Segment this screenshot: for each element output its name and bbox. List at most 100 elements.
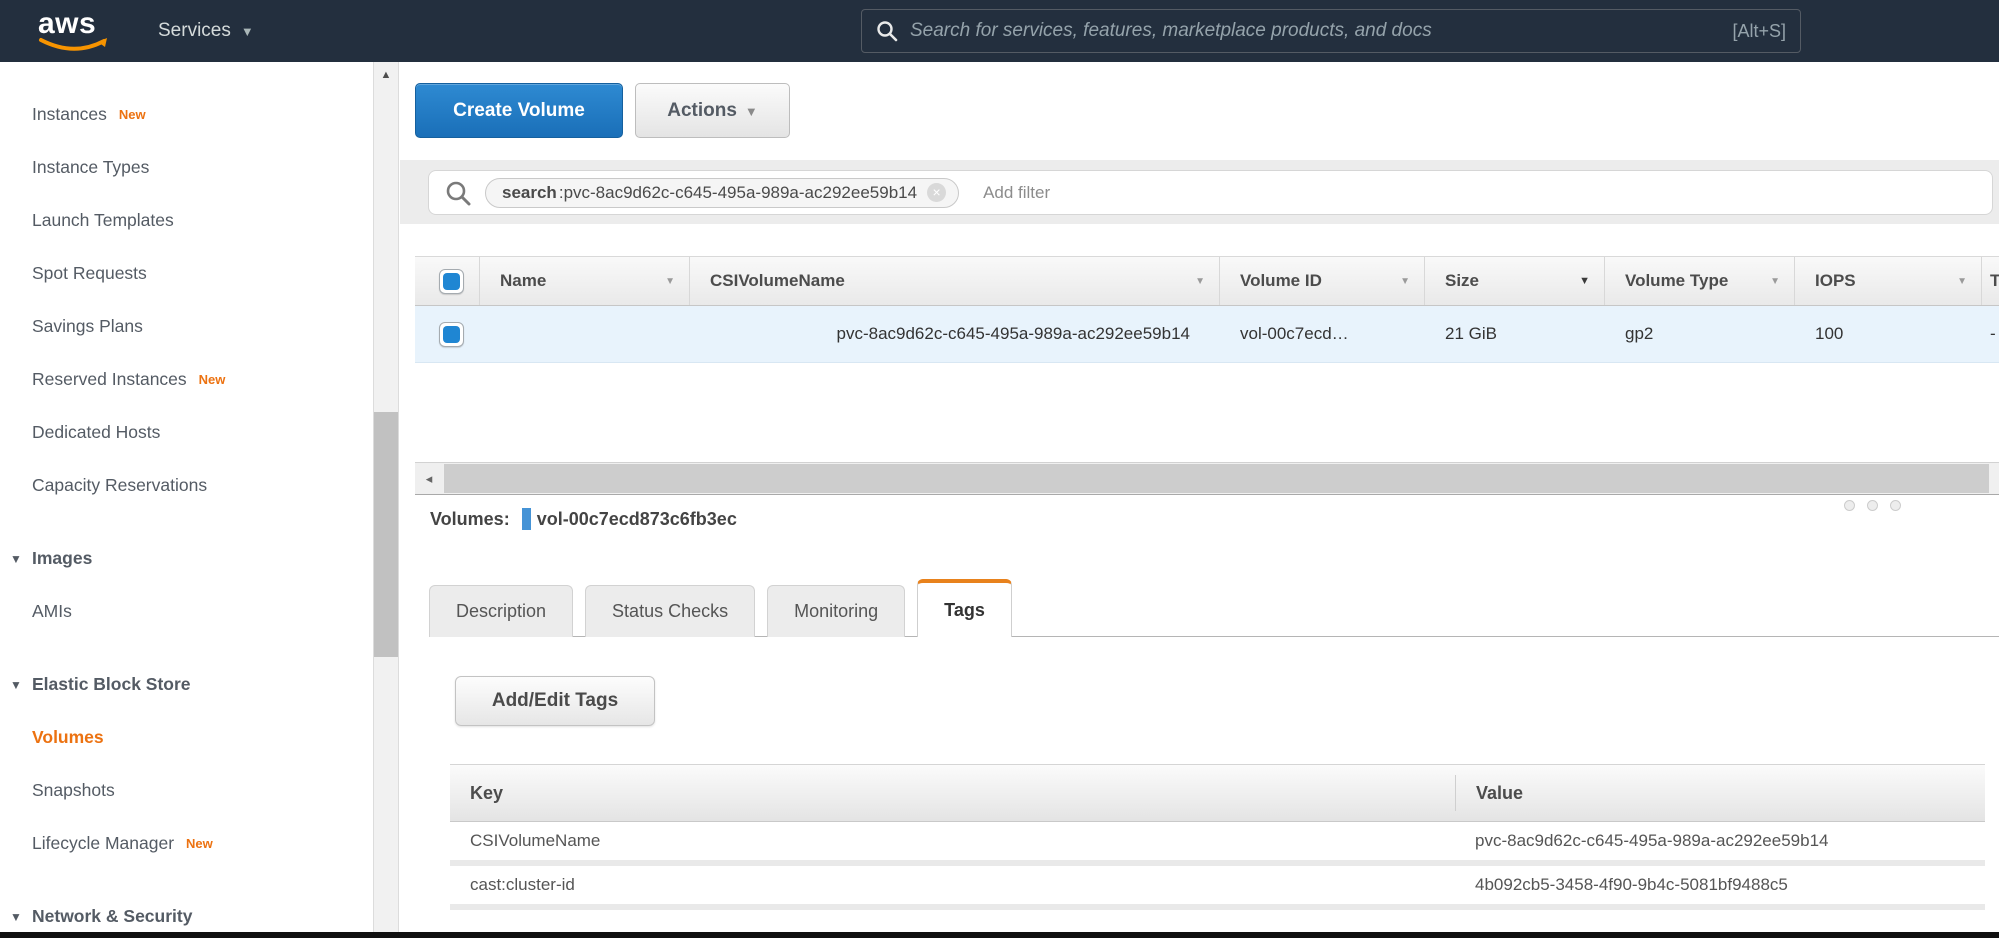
- tag-key: CSIVolumeName: [450, 831, 1455, 851]
- sidebar-item-spot-requests[interactable]: Spot Requests: [0, 247, 373, 300]
- sidebar-item-capacity-reservations[interactable]: Capacity Reservations: [0, 459, 373, 512]
- aws-logo-text: aws: [38, 10, 112, 38]
- sidebar-item-instances[interactable]: InstancesNew: [0, 88, 373, 141]
- add-filter-button[interactable]: Add filter: [983, 183, 1050, 203]
- caret-down-icon: ▼: [241, 24, 254, 39]
- sidebar-scrollbar-thumb[interactable]: [374, 412, 398, 657]
- scroll-up-icon[interactable]: ▲: [374, 62, 398, 88]
- screenshot-bottom-edge: [0, 932, 1999, 938]
- aws-logo[interactable]: aws: [38, 10, 112, 52]
- column-header-size[interactable]: Size▼: [1425, 257, 1605, 305]
- cell-size: 21 GiB: [1425, 306, 1605, 362]
- select-all-checkbox-cell: [415, 257, 480, 305]
- sidebar-item-reserved-instances[interactable]: Reserved InstancesNew: [0, 353, 373, 406]
- topbar: aws Services ▼ [Alt+S]: [0, 0, 1999, 62]
- horizontal-scrollbar[interactable]: ◂: [415, 462, 1999, 495]
- search-icon: [445, 180, 471, 206]
- new-badge: New: [186, 836, 213, 851]
- sidebar-item-dedicated-hosts[interactable]: Dedicated Hosts: [0, 406, 373, 459]
- search-icon: [876, 20, 898, 42]
- column-header-iops[interactable]: IOPS▼: [1795, 257, 1982, 305]
- volumes-table-header: Name▼ CSIVolumeName▼ Volume ID▼ Size▼ Vo…: [415, 256, 1999, 306]
- filter-band: search : pvc-8ac9d62c-c645-495a-989a-ac2…: [400, 160, 1999, 224]
- tag-value: 4b092cb5-3458-4f90-9b4c-5081bf9488c5: [1455, 875, 1985, 895]
- volumes-table: Name▼ CSIVolumeName▼ Volume ID▼ Size▼ Vo…: [415, 256, 1999, 363]
- create-volume-button[interactable]: Create Volume: [415, 83, 623, 138]
- filter-bar[interactable]: search : pvc-8ac9d62c-c645-495a-989a-ac2…: [428, 170, 1993, 215]
- sidebar-item-lifecycle-manager[interactable]: Lifecycle ManagerNew: [0, 817, 373, 870]
- new-badge: New: [199, 372, 226, 387]
- sidebar-item-volumes[interactable]: Volumes: [0, 711, 373, 764]
- tab-description[interactable]: Description: [429, 585, 573, 637]
- row-checkbox[interactable]: [439, 322, 464, 347]
- services-label: Services: [158, 20, 231, 42]
- detail-heading-label: Volumes:: [430, 509, 510, 530]
- caret-down-icon: ▼: [10, 533, 22, 586]
- tags-table: Key Value CSIVolumeName pvc-8ac9d62c-c64…: [450, 764, 1985, 910]
- global-search-box[interactable]: [Alt+S]: [861, 9, 1801, 53]
- volume-row[interactable]: pvc-8ac9d62c-c645-495a-989a-ac292ee59b14…: [415, 306, 1999, 363]
- sort-caret-icon: ▼: [1195, 276, 1205, 287]
- cell-name: [480, 306, 690, 362]
- cell-iops: 100: [1795, 306, 1982, 362]
- cell-volume-id: vol-00c7ecd…: [1220, 306, 1425, 362]
- sidebar-item-instance-types[interactable]: Instance Types: [0, 141, 373, 194]
- scroll-left-icon[interactable]: ◂: [415, 463, 443, 494]
- column-header-truncated[interactable]: T: [1982, 257, 1999, 305]
- tab-status-checks[interactable]: Status Checks: [585, 585, 755, 637]
- filter-chip[interactable]: search : pvc-8ac9d62c-c645-495a-989a-ac2…: [485, 178, 959, 208]
- new-badge: New: [119, 107, 146, 122]
- caret-down-icon: ▼: [10, 891, 22, 938]
- tags-column-value: Value: [1455, 775, 1985, 811]
- add-edit-tags-button[interactable]: Add/Edit Tags: [455, 676, 655, 726]
- column-header-csivolumename[interactable]: CSIVolumeName▼: [690, 257, 1220, 305]
- cell-csivolumename: pvc-8ac9d62c-c645-495a-989a-ac292ee59b14: [690, 306, 1220, 362]
- selected-volume-id: vol-00c7ecd873c6fb3ec: [537, 509, 737, 530]
- cell-volume-type: gp2: [1605, 306, 1795, 362]
- sidebar-item-savings-plans[interactable]: Savings Plans: [0, 300, 373, 353]
- caret-down-icon: ▼: [745, 104, 758, 119]
- column-header-volume-type[interactable]: Volume Type▼: [1605, 257, 1795, 305]
- selection-indicator-bar: [522, 508, 531, 530]
- select-all-checkbox[interactable]: [439, 269, 464, 294]
- sidebar: InstancesNew Instance Types Launch Templ…: [0, 62, 373, 938]
- sort-caret-icon: ▼: [1400, 276, 1410, 287]
- tab-monitoring[interactable]: Monitoring: [767, 585, 905, 637]
- sidebar-section-elastic-block-store[interactable]: ▼Elastic Block Store: [0, 658, 373, 711]
- detail-panel-heading: Volumes: vol-00c7ecd873c6fb3ec: [430, 508, 737, 530]
- search-shortcut: [Alt+S]: [1732, 21, 1786, 42]
- actions-button[interactable]: Actions▼: [635, 83, 790, 138]
- row-checkbox-cell: [415, 306, 480, 362]
- sidebar-item-amis[interactable]: AMIs: [0, 585, 373, 638]
- aws-smile-icon: [38, 37, 112, 53]
- tags-table-header: Key Value: [450, 764, 1985, 822]
- cell-truncated: -: [1982, 306, 1999, 362]
- filter-chip-value: pvc-8ac9d62c-c645-495a-989a-ac292ee59b14: [564, 183, 918, 203]
- services-menu[interactable]: Services ▼: [158, 0, 254, 62]
- tags-column-key: Key: [450, 783, 1455, 804]
- filter-chip-key: search: [502, 183, 557, 203]
- horizontal-scrollbar-thumb[interactable]: [444, 464, 1989, 493]
- sidebar-scrollbar[interactable]: ▲: [373, 62, 399, 938]
- panel-resize-handle[interactable]: [1844, 500, 1901, 511]
- tab-tags[interactable]: Tags: [917, 579, 1012, 637]
- sort-caret-icon: ▼: [1579, 275, 1590, 287]
- sort-caret-icon: ▼: [665, 276, 675, 287]
- column-header-name[interactable]: Name▼: [480, 257, 690, 305]
- caret-down-icon: ▼: [10, 659, 22, 712]
- detail-tabs: Description Status Checks Monitoring Tag…: [429, 579, 1999, 637]
- remove-filter-icon[interactable]: ×: [927, 183, 946, 202]
- sidebar-section-images[interactable]: ▼Images: [0, 532, 373, 585]
- tag-row: CSIVolumeName pvc-8ac9d62c-c645-495a-989…: [450, 822, 1985, 866]
- tag-value: pvc-8ac9d62c-c645-495a-989a-ac292ee59b14: [1455, 831, 1985, 851]
- sort-caret-icon: ▼: [1770, 276, 1780, 287]
- global-search-input[interactable]: [910, 20, 1722, 42]
- sort-caret-icon: ▼: [1957, 276, 1967, 287]
- sidebar-item-launch-templates[interactable]: Launch Templates: [0, 194, 373, 247]
- main-content: Create Volume Actions▼ search : pvc-8ac9…: [400, 62, 1999, 938]
- column-header-volume-id[interactable]: Volume ID▼: [1220, 257, 1425, 305]
- sidebar-section-network-security[interactable]: ▼Network & Security: [0, 890, 373, 938]
- sidebar-item-snapshots[interactable]: Snapshots: [0, 764, 373, 817]
- tag-key: cast:cluster-id: [450, 875, 1455, 895]
- tag-row: cast:cluster-id 4b092cb5-3458-4f90-9b4c-…: [450, 866, 1985, 910]
